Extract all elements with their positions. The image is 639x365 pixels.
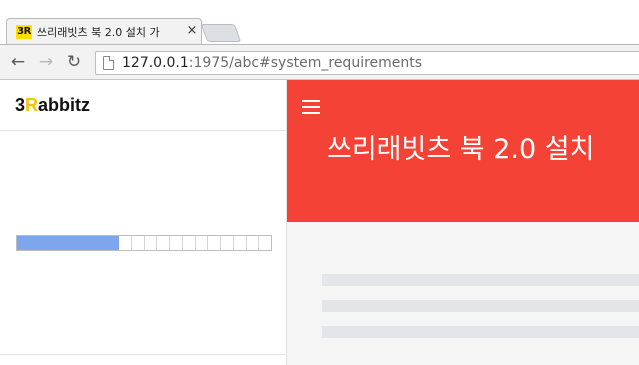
progress-segment xyxy=(144,236,158,250)
progress-segment xyxy=(29,236,43,250)
skeleton-line xyxy=(322,326,639,338)
tab-title: 쓰리래빗츠 북 2.0 설치 가 xyxy=(37,26,160,39)
progress-segment xyxy=(131,236,145,250)
skeleton-line xyxy=(322,300,639,312)
logo-highlight: R xyxy=(25,95,39,115)
url-path: :1975/abc#system_requirements xyxy=(188,55,423,71)
close-tab-icon[interactable]: × xyxy=(185,23,199,39)
logo-prefix: 3 xyxy=(15,95,26,115)
address-bar[interactable]: 127.0.0.1:1975/abc#system_requirements xyxy=(95,51,639,75)
progress-segment xyxy=(195,236,209,250)
rabbitz-favicon-icon: 3R xyxy=(16,25,32,39)
progress-segment xyxy=(157,236,170,250)
progress-segment xyxy=(170,236,183,250)
progress-segment xyxy=(221,236,234,250)
progress-segment xyxy=(42,236,56,250)
back-button[interactable]: ← xyxy=(8,51,28,73)
url-text[interactable]: 127.0.0.1:1975/abc#system_requirements xyxy=(122,55,422,72)
sidebar-divider xyxy=(0,130,287,131)
progress-segment xyxy=(55,236,68,250)
reload-button[interactable]: ↻ xyxy=(64,51,84,73)
progress-segment xyxy=(208,236,221,250)
page-title: 쓰리래빗츠 북 2.0 설치 xyxy=(327,134,595,165)
browser-tab[interactable]: 3R 쓰리래빗츠 북 2.0 설치 가 × xyxy=(6,18,202,45)
sidebar-bottom-divider xyxy=(0,354,287,355)
rabbitz-logo[interactable]: 3Rabbitz xyxy=(15,94,90,116)
progress-segment xyxy=(106,236,119,250)
progress-segment xyxy=(246,236,260,250)
forward-button[interactable]: → xyxy=(36,51,56,73)
progress-segment xyxy=(259,236,271,250)
page-header: 쓰리래빗츠 북 2.0 설치 xyxy=(287,80,639,222)
new-tab-button[interactable] xyxy=(200,24,242,42)
logo-suffix: abbitz xyxy=(38,95,91,115)
progress-segment xyxy=(233,236,247,250)
hamburger-menu-icon[interactable] xyxy=(302,100,320,114)
progress-segment xyxy=(182,236,196,250)
progress-segment xyxy=(119,236,132,250)
url-host: 127.0.0.1 xyxy=(122,55,189,71)
progress-segment xyxy=(17,236,30,250)
page-icon xyxy=(103,56,114,70)
skeleton-line xyxy=(322,274,639,286)
browser-toolbar: ← → ↻ 127.0.0.1:1975/abc#system_requirem… xyxy=(0,44,639,80)
progress-segment xyxy=(80,236,94,250)
loading-progress-bar xyxy=(16,235,272,251)
progress-segment xyxy=(93,236,107,250)
main-content: 쓰리래빗츠 북 2.0 설치 xyxy=(287,80,639,365)
browser-titlebar: 3R 쓰리래빗츠 북 2.0 설치 가 × xyxy=(0,0,639,45)
sidebar: 3Rabbitz xyxy=(0,80,287,365)
progress-segment xyxy=(68,236,81,250)
